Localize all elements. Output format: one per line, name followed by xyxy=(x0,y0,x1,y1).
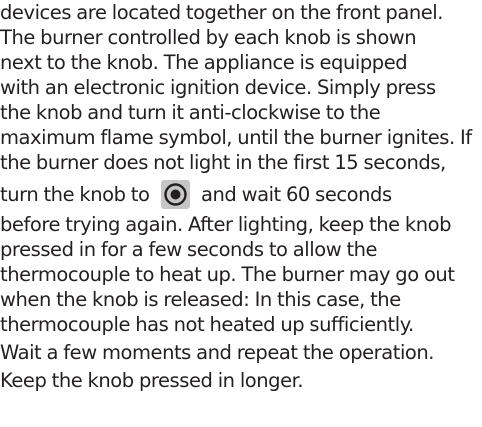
text-line: with an electronic ignition device. Simp… xyxy=(0,76,436,99)
text-line: when the knob is released: In this case,… xyxy=(0,288,401,311)
text-line: thermocouple to heat up. The burner may … xyxy=(0,263,455,286)
knob-off-position-icon xyxy=(160,179,190,209)
text-fragment: and wait 60 seconds xyxy=(200,183,392,206)
text-line: The burner controlled by each knob is sh… xyxy=(0,26,417,49)
text-line: next to the knob. The appliance is equip… xyxy=(0,51,408,74)
text-line: pressed in for a few seconds to allow th… xyxy=(0,238,378,261)
text-line: Wait a few moments and repeat the operat… xyxy=(0,341,435,364)
text-line: thermocouple has not heated up sufficien… xyxy=(0,313,414,336)
text-fragment: turn the knob to xyxy=(0,183,150,206)
text-line: maximum flame symbol, until the burner i… xyxy=(0,126,472,149)
text-line: the burner does not light in the first 1… xyxy=(0,151,446,174)
text-line: the knob and turn it anti-clockwise to t… xyxy=(0,101,381,124)
text-line: before trying again. After lighting, kee… xyxy=(0,213,452,236)
text-line: devices are located together on the fron… xyxy=(0,1,444,24)
text-line: Keep the knob pressed in longer. xyxy=(0,369,304,392)
manual-paragraph: devices are located together on the fron… xyxy=(0,0,482,393)
text-line-with-icon: turn the knob to and wait 60 seconds xyxy=(0,178,482,212)
